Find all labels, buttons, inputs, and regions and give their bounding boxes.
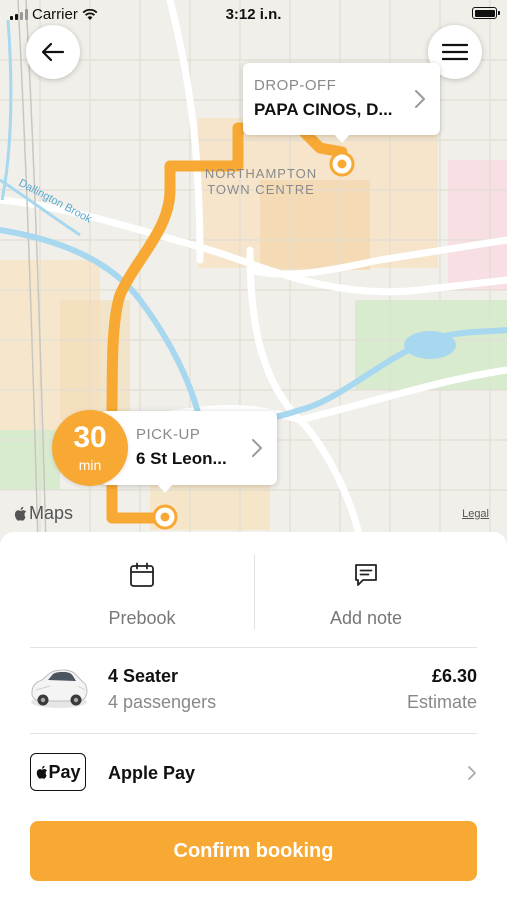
town-label-line1: NORTHAMPTON bbox=[205, 166, 317, 181]
maps-logo-text: Maps bbox=[29, 503, 74, 523]
status-bar: Carrier 3:12 i.n. bbox=[0, 0, 507, 28]
dropoff-callout[interactable]: DROP-OFF PAPA CINOS, D... bbox=[243, 63, 440, 143]
apple-pay-mark: Pay bbox=[30, 753, 86, 791]
price-note: Estimate bbox=[406, 692, 477, 712]
town-label-line2: TOWN CENTRE bbox=[207, 182, 315, 197]
eta-value: 30 bbox=[73, 421, 107, 454]
price-value: £6.30 bbox=[431, 666, 477, 686]
calendar-icon bbox=[130, 562, 154, 587]
confirm-booking-label: Confirm booking bbox=[173, 839, 334, 862]
menu-icon bbox=[442, 43, 468, 61]
back-button[interactable] bbox=[26, 25, 80, 79]
status-time: 3:12 i.n. bbox=[225, 6, 282, 23]
car-icon bbox=[31, 669, 88, 708]
dropoff-callout-tail bbox=[334, 134, 350, 143]
chevron-right-icon bbox=[252, 439, 262, 457]
prebook-label: Prebook bbox=[108, 608, 176, 628]
legal-link[interactable]: Legal bbox=[462, 508, 489, 520]
apple-pay-mark-text: Pay bbox=[48, 761, 81, 782]
dropoff-value: PAPA CINOS, D... bbox=[254, 100, 393, 119]
message-icon bbox=[355, 564, 377, 586]
apple-icon bbox=[14, 506, 26, 521]
divider bbox=[30, 647, 477, 648]
eta-badge: 30 min bbox=[52, 410, 128, 486]
maps-logo: Maps bbox=[13, 503, 73, 524]
battery-icon bbox=[472, 7, 500, 19]
booking-sheet: Prebook Add note 4 Seater 4 passengers £… bbox=[0, 532, 507, 900]
add-note-button[interactable]: Add note bbox=[255, 532, 477, 642]
prebook-button[interactable]: Prebook bbox=[30, 532, 254, 642]
pickup-value: 6 St Leon... bbox=[136, 449, 227, 468]
apple-icon bbox=[37, 765, 48, 779]
chevron-right-icon bbox=[415, 90, 425, 108]
divider bbox=[30, 733, 477, 734]
vehicle-title: 4 Seater bbox=[108, 666, 179, 686]
back-arrow-icon bbox=[41, 42, 65, 62]
dropoff-label: DROP-OFF bbox=[254, 77, 337, 94]
vehicle-row[interactable]: 4 Seater 4 passengers £6.30 Estimate bbox=[0, 650, 507, 732]
payment-method-row[interactable]: Pay Apple Pay bbox=[0, 737, 507, 807]
vehicle-subtitle: 4 passengers bbox=[108, 692, 217, 712]
chevron-right-icon bbox=[468, 766, 476, 780]
pickup-callout-tail bbox=[157, 484, 173, 493]
confirm-booking-button[interactable]: Confirm booking bbox=[30, 821, 477, 881]
add-note-label: Add note bbox=[329, 608, 403, 628]
payment-method-label: Apple Pay bbox=[108, 763, 196, 783]
pickup-label: PICK-UP bbox=[136, 426, 201, 443]
eta-unit: min bbox=[78, 457, 102, 473]
